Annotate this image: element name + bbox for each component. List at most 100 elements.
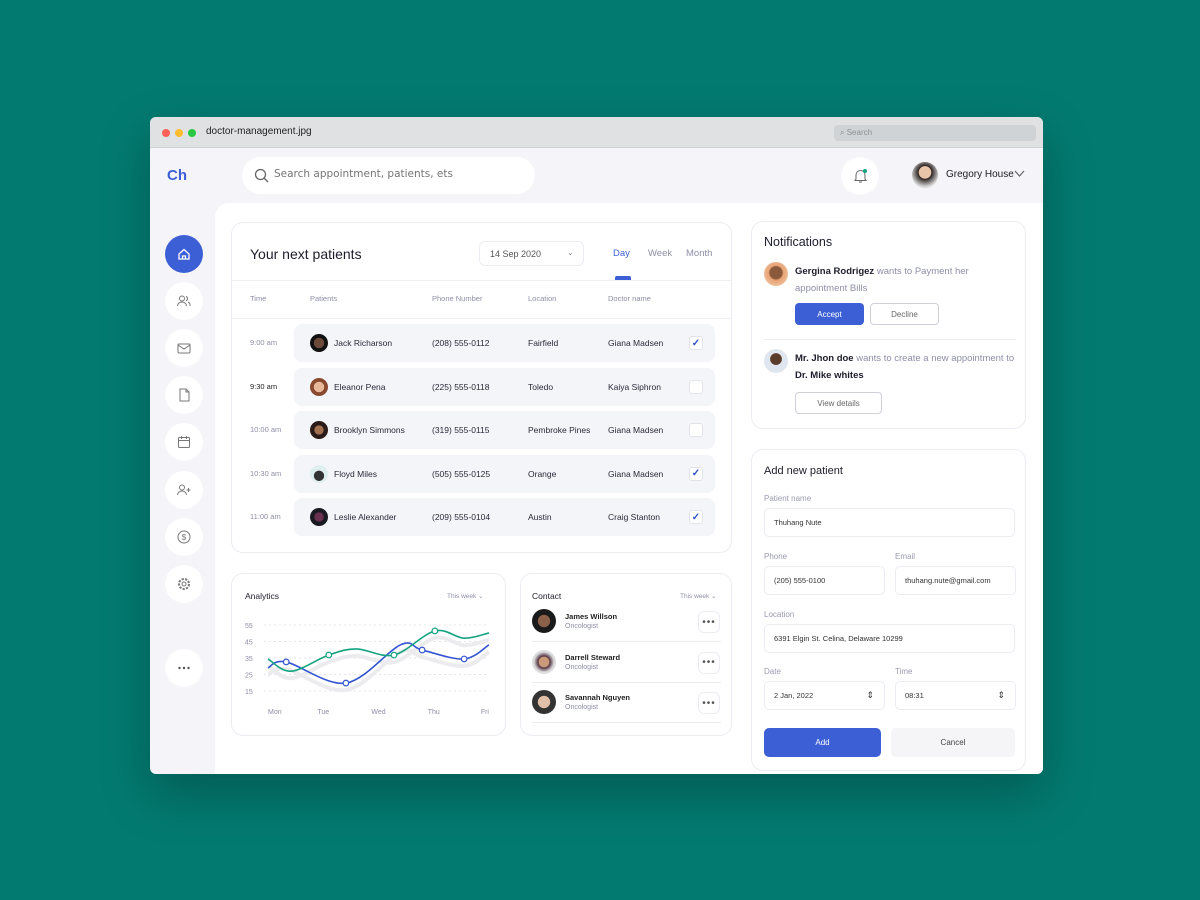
sidebar-item-users[interactable]: [165, 282, 203, 320]
tab-week[interactable]: Week: [648, 248, 672, 259]
add-button[interactable]: Add: [764, 728, 881, 757]
location-field[interactable]: 6391 Elgin St. Celina, Delaware 10299: [764, 624, 1015, 653]
sidebar-item-mail[interactable]: [165, 329, 203, 367]
check-icon: ✓: [691, 511, 701, 523]
phone-number: (209) 555-0104: [432, 512, 491, 522]
checkbox[interactable]: [689, 379, 703, 394]
chevron-down-icon[interactable]: [1014, 170, 1025, 178]
avatar: [532, 609, 556, 633]
contact-period-select[interactable]: This week ⌄: [680, 592, 717, 600]
check-icon: ✓: [691, 468, 701, 479]
more-options-button[interactable]: •••: [698, 611, 720, 633]
accept-button[interactable]: Accept: [795, 303, 864, 325]
notifications-button[interactable]: [841, 157, 879, 195]
add-patient-title: Add new patient: [764, 465, 843, 477]
svg-text:$: $: [182, 533, 187, 542]
user-avatar[interactable]: [912, 162, 938, 188]
user-name[interactable]: Gregory House: [946, 169, 1014, 180]
column-header: Doctor name: [608, 294, 651, 303]
avatar: [310, 377, 328, 396]
phone-field[interactable]: (205) 555-0100: [764, 566, 885, 595]
cancel-button[interactable]: Cancel: [891, 728, 1015, 757]
divider: [232, 280, 731, 281]
column-header: Patients: [310, 294, 338, 303]
divider: [232, 318, 731, 319]
date-label: Date: [764, 667, 781, 676]
notification-message: wants to create a new appointment to: [853, 353, 1015, 364]
y-tick-label: 15: [245, 689, 253, 696]
more-options-button[interactable]: •••: [698, 651, 720, 674]
column-header: Location: [528, 294, 557, 303]
logo[interactable]: Ch: [167, 167, 187, 184]
checkbox[interactable]: ✓: [689, 336, 703, 350]
sidebar-item-add-user[interactable]: [165, 471, 203, 509]
table-row[interactable]: Brooklyn Simmons (319) 555-0115 Pembroke…: [294, 411, 715, 449]
appointment-time: 11:00 am: [250, 512, 281, 521]
date-field[interactable]: 2 Jan, 2022 ⇕: [764, 681, 885, 710]
email-label: Email: [895, 552, 916, 561]
notification-target: Dr. Mike whites: [795, 370, 864, 381]
sidebar-item-home[interactable]: [165, 235, 203, 273]
avatar: [764, 262, 788, 286]
data-point[interactable]: [418, 646, 426, 654]
table-row[interactable]: Jack Richarson (208) 555-0112 Fairfield …: [294, 324, 715, 362]
stepper-icon[interactable]: ⇕: [866, 690, 874, 701]
tab-month[interactable]: Month: [686, 248, 712, 259]
data-point[interactable]: [460, 655, 468, 663]
minimize-window-button[interactable]: [175, 129, 183, 137]
patient-name: Leslie Alexander: [334, 512, 397, 522]
maximize-window-button[interactable]: [188, 129, 196, 137]
location: Toledo: [528, 381, 554, 392]
doctor-name: Craig Stanton: [608, 512, 660, 522]
doctor-name: Giana Madsen: [608, 338, 664, 348]
time-field[interactable]: 08:31 ⇕: [895, 681, 1016, 710]
sidebar-item-calendar[interactable]: [165, 423, 203, 461]
data-point[interactable]: [390, 651, 398, 659]
window-search-placeholder: Search: [846, 128, 873, 137]
search-bar[interactable]: [242, 157, 535, 194]
more-icon: •••: [702, 697, 716, 709]
view-details-button[interactable]: View details: [795, 392, 882, 414]
search-icon: [254, 168, 269, 183]
x-tick-label: Wed: [371, 709, 385, 716]
decline-button[interactable]: Decline: [870, 303, 939, 325]
doctor-name: Kaiya Siphron: [608, 381, 661, 392]
close-window-button[interactable]: [162, 129, 170, 137]
data-point[interactable]: [342, 679, 350, 687]
data-point[interactable]: [325, 651, 333, 659]
window-title: doctor-management.jpg: [206, 126, 312, 137]
search-input[interactable]: [274, 168, 514, 180]
email-field[interactable]: thuhang.nute@gmail.com: [895, 566, 1016, 595]
contact-title: Contact: [532, 591, 562, 601]
checkbox[interactable]: ✓: [689, 510, 703, 524]
data-point[interactable]: [282, 658, 290, 666]
date-value: 2 Jan, 2022: [774, 691, 814, 700]
sidebar-item-settings[interactable]: [165, 565, 203, 603]
sidebar-item-document[interactable]: [165, 376, 203, 414]
check-icon: ✓: [691, 337, 701, 349]
contact-role: Oncologist: [565, 704, 599, 711]
patient-name: Brooklyn Simmons: [334, 425, 405, 435]
tab-day[interactable]: Day: [613, 248, 630, 259]
sidebar-item-dollar[interactable]: $: [165, 518, 203, 556]
checkbox[interactable]: ✓: [689, 466, 703, 481]
table-row[interactable]: Eleanor Pena (225) 555-0118 Toledo Kaiya…: [294, 367, 715, 406]
checkbox[interactable]: [689, 423, 703, 437]
more-options-button[interactable]: •••: [698, 692, 720, 714]
patient-name-field[interactable]: Thuhang Nute: [764, 508, 1015, 537]
phone-label: Phone: [764, 552, 788, 561]
avatar: [532, 649, 556, 674]
window-search[interactable]: ⌕ Search: [834, 125, 1036, 141]
location: Pembroke Pines: [528, 425, 591, 435]
location: Fairfield: [528, 338, 559, 348]
doctor-name: Giana Madsen: [608, 425, 664, 435]
divider: [532, 681, 721, 683]
avatar: [310, 464, 328, 483]
data-point[interactable]: [431, 627, 439, 635]
table-row[interactable]: Floyd Miles (505) 555-0125 Orange Giana …: [294, 454, 715, 493]
sidebar-item-more[interactable]: [165, 649, 203, 687]
avatar: [764, 349, 788, 373]
date-select[interactable]: 14 Sep 2020 ⌄: [479, 241, 584, 266]
table-row[interactable]: Leslie Alexander (209) 555-0104 Austin C…: [294, 498, 715, 536]
stepper-icon[interactable]: ⇕: [997, 690, 1005, 701]
